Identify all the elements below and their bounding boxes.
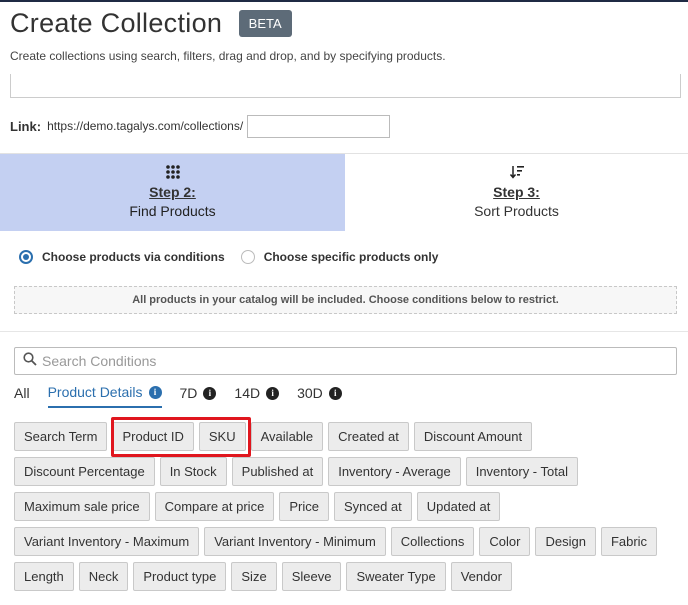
selection-mode: Choose products via conditions Choose sp…: [19, 250, 438, 264]
chip-collections[interactable]: Collections: [390, 527, 475, 556]
chip-price[interactable]: Price: [279, 492, 329, 521]
conditions-note: All products in your catalog will be inc…: [14, 286, 677, 314]
radio-conditions-label[interactable]: Choose products via conditions: [42, 250, 225, 264]
page-header: Create Collection BETA: [10, 8, 292, 39]
chip-search-term[interactable]: Search Term: [14, 422, 108, 451]
chip-synced-at[interactable]: Synced at: [333, 492, 412, 521]
chip-created-at[interactable]: Created at: [328, 422, 409, 451]
step-navigation: Step 2: Find Products Step 3: Sort Produ…: [0, 153, 688, 231]
search-icon: [23, 351, 37, 371]
chip-sweater-type[interactable]: Sweater Type: [346, 562, 446, 591]
top-border: [0, 0, 688, 2]
link-base-url: https://demo.tagalys.com/collections/: [47, 119, 244, 133]
tab-label: All: [14, 385, 30, 401]
chip-fabric[interactable]: Fabric: [600, 527, 658, 556]
tab-label: 30D: [297, 385, 323, 401]
chip-inventory-total[interactable]: Inventory - Total: [465, 457, 578, 486]
step-label: Find Products: [129, 203, 216, 219]
chip-vendor[interactable]: Vendor: [450, 562, 512, 591]
tab-30d[interactable]: 30D i: [297, 385, 342, 407]
chip-row: Length Neck Product type Size Sleeve Swe…: [14, 562, 684, 591]
chip-color[interactable]: Color: [479, 527, 531, 556]
tab-label: 7D: [179, 385, 198, 401]
chip-design[interactable]: Design: [535, 527, 596, 556]
divider: [0, 331, 688, 332]
chip-updated-at[interactable]: Updated at: [416, 492, 501, 521]
chip-compare-at-price[interactable]: Compare at price: [154, 492, 275, 521]
tab-label: Product Details: [47, 384, 143, 400]
chip-row: Discount Percentage In Stock Published a…: [14, 457, 684, 486]
tab-all[interactable]: All: [14, 385, 30, 407]
link-slug-input[interactable]: [247, 114, 391, 138]
radio-specific-label[interactable]: Choose specific products only: [264, 250, 439, 264]
condition-tabs: All Product Details i 7D i 14D i 30D i: [14, 384, 360, 408]
chip-maximum-sale-price[interactable]: Maximum sale price: [14, 492, 150, 521]
beta-badge: BETA: [238, 10, 292, 37]
chip-length[interactable]: Length: [14, 562, 74, 591]
info-icon[interactable]: i: [203, 386, 217, 400]
tab-7d[interactable]: 7D i: [180, 385, 217, 407]
chip-row: Maximum sale price Compare at price Pric…: [14, 492, 684, 521]
chip-size[interactable]: Size: [231, 562, 277, 591]
link-label: Link:: [10, 118, 42, 134]
chip-inventory-average[interactable]: Inventory - Average: [328, 457, 461, 486]
chip-product-type[interactable]: Product type: [133, 562, 227, 591]
radio-conditions[interactable]: [19, 250, 33, 264]
search-box[interactable]: [14, 347, 677, 375]
chip-row: Variant Inventory - Maximum Variant Inve…: [14, 527, 684, 556]
chip-row: Search Term Product ID SKU Available Cre…: [14, 422, 684, 451]
tab-product-details[interactable]: Product Details i: [47, 384, 162, 408]
info-icon[interactable]: i: [328, 386, 342, 400]
condition-chips: Search Term Product ID SKU Available Cre…: [14, 422, 684, 597]
sort-icon: [345, 164, 688, 182]
chip-variant-inventory-minimum[interactable]: Variant Inventory - Minimum: [204, 527, 386, 556]
chip-product-id[interactable]: Product ID: [112, 422, 194, 451]
step-number: Step 3:: [493, 184, 540, 200]
chip-in-stock[interactable]: In Stock: [159, 457, 227, 486]
step-find-products[interactable]: Step 2: Find Products: [0, 154, 345, 231]
chip-discount-percentage[interactable]: Discount Percentage: [14, 457, 155, 486]
page-subtitle: Create collections using search, filters…: [10, 49, 446, 63]
chip-sku[interactable]: SKU: [198, 422, 246, 451]
tab-label: 14D: [234, 385, 261, 401]
chip-published-at[interactable]: Published at: [231, 457, 324, 486]
radio-specific[interactable]: [240, 250, 255, 264]
info-icon[interactable]: i: [148, 385, 162, 399]
step-label: Sort Products: [474, 203, 559, 219]
chip-neck[interactable]: Neck: [78, 562, 129, 591]
chip-sleeve[interactable]: Sleeve: [281, 562, 342, 591]
search-input[interactable]: [42, 353, 642, 369]
info-icon[interactable]: i: [266, 386, 280, 400]
grid-dots-icon: [0, 164, 345, 182]
step-number: Step 2:: [149, 184, 196, 200]
chip-variant-inventory-maximum[interactable]: Variant Inventory - Maximum: [14, 527, 200, 556]
link-row: Link: https://demo.tagalys.com/collectio…: [10, 114, 391, 138]
chip-discount-amount[interactable]: Discount Amount: [413, 422, 533, 451]
chip-available[interactable]: Available: [250, 422, 324, 451]
step-sort-products[interactable]: Step 3: Sort Products: [345, 154, 688, 231]
collection-name-field[interactable]: [10, 74, 681, 98]
page-title: Create Collection: [10, 8, 223, 38]
tab-14d[interactable]: 14D i: [234, 385, 280, 407]
